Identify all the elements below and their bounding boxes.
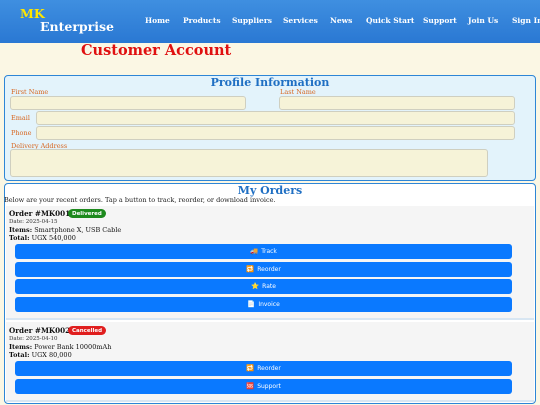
order-number: Order #MK001 (9, 209, 71, 218)
page-title: Customer Account (81, 42, 232, 59)
nav-link-suppliers[interactable]: Suppliers (232, 16, 272, 25)
support-button-label: Support (257, 383, 281, 390)
document-icon: 📄 (247, 300, 256, 309)
orders-intro-text: Below are your recent orders. Tap a butt… (4, 196, 276, 204)
support-button[interactable]: 🆘 Support (15, 379, 512, 394)
first-name-label: First Name (11, 88, 49, 96)
last-name-label: Last Name (280, 88, 316, 96)
profile-section-title: Profile Information (210, 76, 330, 89)
order-items: Items: Smartphone X, USB Cable (9, 226, 122, 234)
sos-icon: 🆘 (246, 382, 255, 391)
status-badge: Delivered (68, 209, 106, 218)
status-badge: Cancelled (68, 326, 107, 335)
reorder-button[interactable]: 🔁 Reorder (15, 361, 512, 376)
nav-link-home[interactable]: Home (145, 16, 170, 25)
star-icon: ⭐ (251, 282, 260, 291)
order-total: Total: UGX 540,000 (9, 234, 76, 242)
nav-link-products[interactable]: Products (183, 16, 221, 25)
email-field[interactable] (36, 111, 515, 125)
nav-link-join-us[interactable]: Join Us (468, 16, 498, 25)
reorder-button[interactable]: 🔁 Reorder (15, 262, 512, 277)
brand-name-enterprise: Enterprise (40, 19, 114, 34)
reorder-button-label: Reorder (257, 266, 281, 273)
delivery-address-field[interactable] (10, 149, 488, 177)
phone-field[interactable] (36, 126, 515, 140)
nav-link-sign-in[interactable]: Sign In (512, 16, 540, 25)
track-button[interactable]: 🚚 Track (15, 244, 512, 259)
invoice-button-label: Invoice (258, 301, 280, 308)
repeat-icon: 🔁 (246, 265, 255, 274)
nav-link-quick-start[interactable]: Quick Start (366, 16, 414, 25)
track-button-label: Track (261, 248, 277, 255)
last-name-field[interactable] (279, 96, 515, 110)
rate-button[interactable]: ⭐ Rate (15, 279, 512, 294)
order-total: Total: UGX 80,000 (9, 351, 72, 359)
order-date: Date: 2025-04-15 (9, 219, 58, 225)
nav-link-support[interactable]: Support (423, 16, 457, 25)
repeat-icon: 🔁 (246, 364, 255, 373)
nav-link-news[interactable]: News (330, 16, 352, 25)
email-label: Email (11, 114, 30, 122)
order-number: Order #MK002 (9, 326, 71, 335)
first-name-field[interactable] (10, 96, 246, 110)
truck-icon: 🚚 (250, 247, 259, 256)
nav-link-services[interactable]: Services (283, 16, 318, 25)
invoice-button[interactable]: 📄 Invoice (15, 297, 512, 312)
top-navigation-bar: MK Enterprise Home Products Suppliers Se… (0, 0, 540, 43)
phone-label: Phone (11, 129, 32, 137)
order-date: Date: 2025-04-10 (9, 336, 58, 342)
brand-logo[interactable]: MK Enterprise (20, 7, 114, 33)
rate-button-label: Rate (262, 283, 276, 290)
reorder-button-label: Reorder (257, 365, 281, 372)
order-items: Items: Power Bank 10000mAh (9, 343, 112, 351)
